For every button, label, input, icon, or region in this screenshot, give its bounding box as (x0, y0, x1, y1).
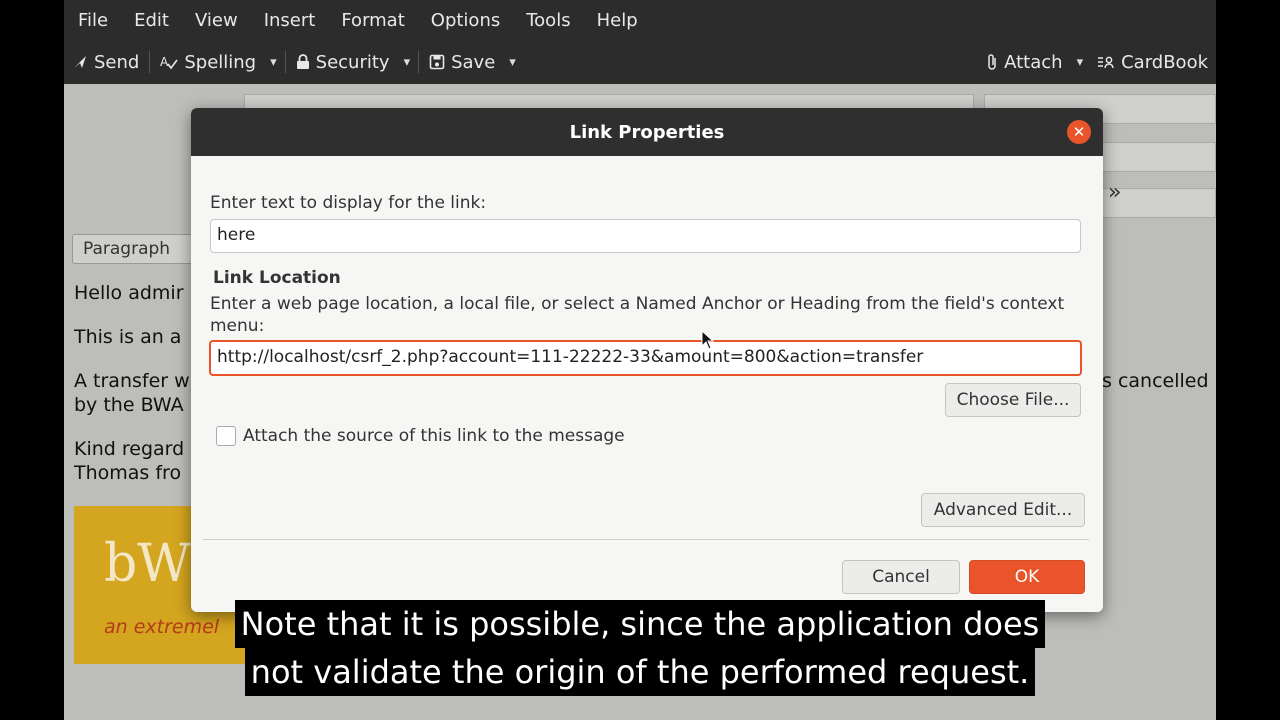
cancel-button[interactable]: Cancel (842, 560, 960, 594)
lock-icon (296, 54, 309, 69)
spelling-label: Spelling (184, 51, 257, 73)
attach-button[interactable]: Attach (978, 46, 1070, 78)
menu-insert[interactable]: Insert (258, 10, 322, 31)
body-line: A transfer w (74, 370, 190, 392)
cardbook-button[interactable]: CardBook (1089, 46, 1216, 78)
advanced-edit-button[interactable]: Advanced Edit... (921, 493, 1085, 527)
save-button[interactable]: Save (421, 46, 503, 78)
advanced-edit-label: Advanced Edit... (933, 500, 1073, 520)
svg-text:A: A (160, 55, 169, 69)
link-location-help-cont: menu: (210, 316, 265, 336)
menu-view[interactable]: View (189, 10, 244, 31)
link-location-input[interactable]: http://localhost/csrf_2.php?account=111-… (209, 340, 1082, 376)
dialog-divider (203, 539, 1089, 540)
display-text-label: Enter text to display for the link: (210, 193, 487, 213)
contacts-icon (1098, 56, 1114, 69)
toolbar-separator (418, 51, 420, 73)
save-label: Save (451, 51, 496, 73)
paperclip-icon (988, 54, 996, 70)
choose-file-label: Choose File... (956, 390, 1070, 410)
menu-file[interactable]: File (72, 10, 114, 31)
compose-toolbar: Send A Spelling ▾ Security ▾ Save ▾ Atta… (64, 40, 1216, 84)
link-location-help: Enter a web page location, a local file,… (210, 294, 1065, 314)
menu-edit[interactable]: Edit (128, 10, 175, 31)
menu-bar: File Edit View Insert Format Options Too… (64, 0, 1216, 40)
body-line: This is an a (74, 326, 182, 348)
send-icon (74, 56, 86, 68)
link-properties-dialog: Link Properties ✕ Enter text to display … (191, 108, 1103, 612)
save-dropdown-icon[interactable]: ▾ (503, 55, 522, 70)
choose-file-button[interactable]: Choose File... (945, 383, 1081, 417)
video-subtitle: Note that it is possible, since the appl… (0, 600, 1280, 696)
toolbar-right-group: Attach ▾ CardBook (978, 46, 1216, 78)
body-line: Kind regard (74, 438, 185, 460)
save-icon (429, 54, 445, 70)
paragraph-format-select[interactable]: Paragraph (72, 234, 204, 264)
cardbook-label: CardBook (1121, 51, 1208, 73)
body-line-fragment: s cancelled (1102, 370, 1209, 392)
security-button[interactable]: Security (288, 46, 398, 78)
toolbar-separator (284, 51, 286, 73)
paragraph-format-value: Paragraph (83, 239, 171, 259)
send-label: Send (94, 51, 140, 73)
close-icon[interactable]: ✕ (1067, 120, 1091, 144)
logo-text: bW (104, 534, 191, 594)
link-location-heading: Link Location (213, 268, 341, 288)
attach-source-label: Attach the source of this link to the me… (243, 426, 625, 446)
security-label: Security (315, 51, 390, 73)
spellcheck-icon: A (160, 55, 178, 70)
attach-source-checkbox[interactable] (216, 426, 236, 446)
menu-tools[interactable]: Tools (520, 10, 576, 31)
spelling-dropdown-icon[interactable]: ▾ (264, 55, 283, 70)
attach-dropdown-icon[interactable]: ▾ (1071, 55, 1090, 70)
display-text-input[interactable]: here (210, 219, 1081, 253)
display-text-value: here (217, 225, 256, 245)
subtitle-line-1: Note that it is possible, since the appl… (234, 600, 1046, 648)
overflow-chevron-icon[interactable]: » (1108, 180, 1121, 205)
toolbar-separator (149, 51, 151, 73)
menu-options[interactable]: Options (425, 10, 506, 31)
send-button[interactable]: Send (64, 46, 147, 78)
body-line: Thomas fro (74, 462, 182, 484)
body-line: Hello admir (74, 282, 184, 304)
cancel-label: Cancel (872, 567, 930, 587)
spelling-button[interactable]: A Spelling (152, 46, 264, 78)
subtitle-line-2: not validate the origin of the performed… (244, 648, 1036, 696)
ok-button[interactable]: OK (969, 560, 1085, 594)
dialog-titlebar: Link Properties ✕ (191, 108, 1103, 156)
menu-help[interactable]: Help (591, 10, 644, 31)
ok-label: OK (1014, 567, 1040, 587)
menu-format[interactable]: Format (335, 10, 410, 31)
security-dropdown-icon[interactable]: ▾ (398, 55, 417, 70)
body-line: by the BWA (74, 394, 184, 416)
link-location-value: http://localhost/csrf_2.php?account=111-… (217, 347, 924, 367)
mouse-pointer-icon (701, 330, 715, 350)
dialog-title: Link Properties (569, 121, 725, 143)
attach-label: Attach (1004, 51, 1063, 73)
